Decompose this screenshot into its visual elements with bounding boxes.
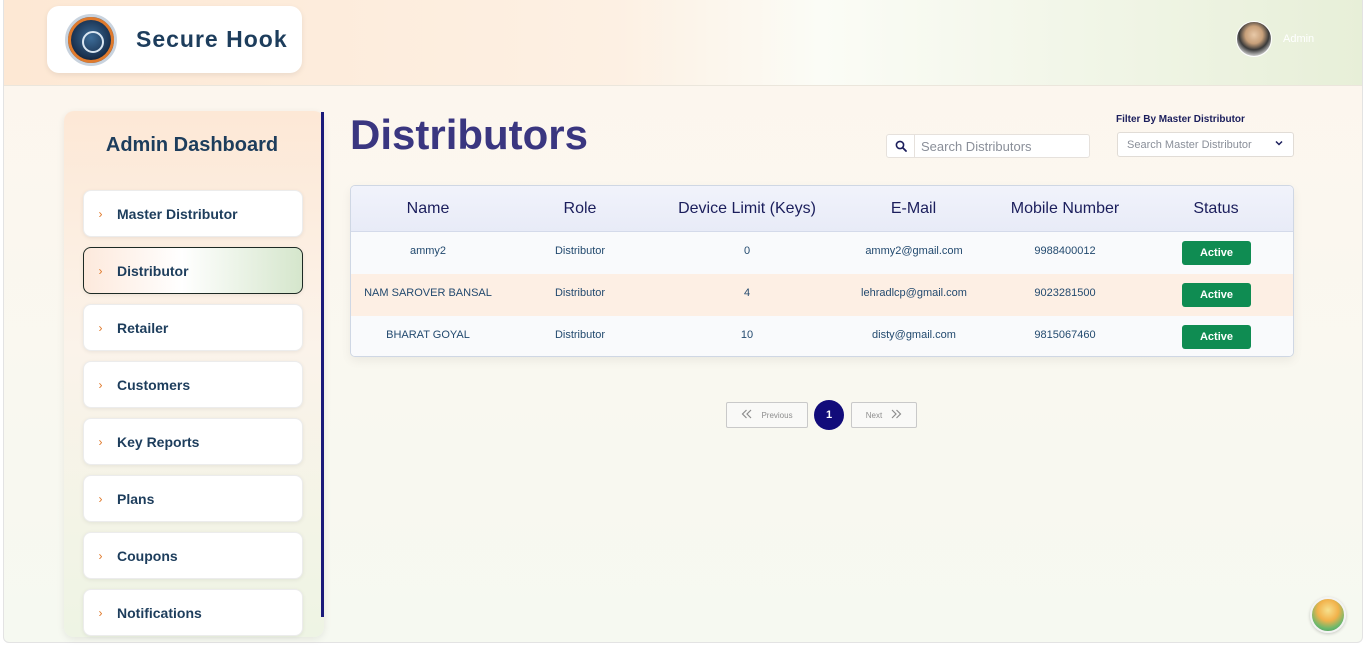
cell-mobile: 9988400012 — [1034, 245, 1096, 257]
status-badge[interactable]: Active — [1182, 241, 1251, 265]
sidebar-item-label: Customers — [117, 376, 191, 393]
sidebar-item-label: Plans — [117, 490, 155, 507]
double-chevron-right-icon — [890, 409, 902, 421]
search-box — [886, 134, 1090, 158]
sidebar-item-customers[interactable]: › Customers — [83, 361, 303, 408]
cell-name: NAM SAROVER BANSAL — [364, 287, 492, 299]
brand-logo — [65, 14, 117, 66]
sidebar-item-retailer[interactable]: › Retailer — [83, 304, 303, 351]
chevron-down-icon — [1274, 138, 1284, 151]
cell-name: ammy2 — [409, 245, 447, 257]
column-header-device-limit: Device Limit (Keys) — [678, 200, 816, 217]
sidebar-item-label: Notifications — [117, 604, 202, 621]
sidebar-scrollbar[interactable] — [321, 112, 324, 617]
cell-role: Distributor — [554, 329, 606, 341]
filter-placeholder: Search Master Distributor — [1127, 138, 1252, 151]
cell-role: Distributor — [554, 245, 606, 257]
distributors-table: Name Role Device Limit (Keys) E-Mail Mob… — [350, 185, 1294, 357]
sidebar-item-label: Retailer — [117, 319, 169, 336]
cell-device-limit: 4 — [743, 287, 751, 299]
cell-device-limit: 10 — [740, 329, 754, 341]
cell-device-limit: 0 — [743, 245, 751, 257]
status-badge[interactable]: Active — [1182, 325, 1251, 349]
user-name: Admin — [1283, 33, 1315, 45]
sidebar: Admin Dashboard › Master Distributor › D… — [64, 111, 324, 637]
column-header-email: E-Mail — [890, 200, 937, 217]
brand-name: Secure Hook — [136, 26, 288, 52]
previous-page-button[interactable]: Previous — [726, 402, 808, 428]
top-bar: Secure Hook Admin — [4, 0, 1362, 86]
avatar[interactable] — [1236, 21, 1272, 57]
previous-label: Previous — [761, 410, 793, 420]
column-header-name: Name — [406, 200, 450, 217]
cell-email: lehradlcp@gmail.com — [861, 287, 967, 299]
cell-email: disty@gmail.com — [872, 329, 956, 341]
table-row[interactable]: ammy2 Distributor 0 ammy2@gmail.com 9988… — [351, 232, 1293, 274]
column-header-role: Role — [563, 200, 597, 217]
sidebar-item-label: Distributor — [117, 262, 189, 279]
chevron-right-icon: › — [98, 377, 103, 392]
cell-mobile: 9815067460 — [1034, 329, 1096, 341]
sidebar-item-coupons[interactable]: › Coupons — [83, 532, 303, 579]
next-label: Next — [865, 410, 883, 420]
search-input[interactable] — [921, 138, 1081, 154]
page-title: Distributors — [350, 111, 589, 158]
chevron-right-icon: › — [98, 206, 103, 221]
sidebar-item-label: Master Distributor — [117, 205, 238, 222]
sidebar-item-key-reports[interactable]: › Key Reports — [83, 418, 303, 465]
sidebar-item-master-distributor[interactable]: › Master Distributor — [83, 190, 303, 237]
table-header: Name Role Device Limit (Keys) E-Mail Mob… — [351, 186, 1293, 232]
master-distributor-filter[interactable]: Search Master Distributor — [1117, 132, 1294, 157]
sidebar-item-label: Key Reports — [117, 433, 200, 450]
sidebar-title: Admin Dashboard — [105, 134, 279, 156]
filter-label: Filter By Master Distributor — [1116, 114, 1245, 125]
sidebar-item-plans[interactable]: › Plans — [83, 475, 303, 522]
brand[interactable]: Secure Hook — [47, 6, 302, 73]
cell-role: Distributor — [554, 287, 606, 299]
chevron-right-icon: › — [98, 491, 103, 506]
floating-widget-icon[interactable] — [1310, 597, 1346, 633]
sidebar-item-label: Coupons — [117, 547, 178, 564]
status-badge[interactable]: Active — [1182, 283, 1251, 307]
chevron-right-icon: › — [98, 263, 103, 278]
chevron-right-icon: › — [98, 548, 103, 563]
page-number-current[interactable]: 1 — [814, 400, 844, 430]
table-row[interactable]: BHARAT GOYAL Distributor 10 disty@gmail.… — [351, 316, 1293, 356]
cell-name: BHARAT GOYAL — [386, 329, 470, 341]
chevron-right-icon: › — [98, 320, 103, 335]
user-menu[interactable]: Admin — [1236, 21, 1314, 57]
sidebar-item-distributor[interactable]: › Distributor — [83, 247, 303, 294]
chevron-right-icon: › — [98, 434, 103, 449]
column-header-status: Status — [1193, 200, 1239, 217]
cell-mobile: 9023281500 — [1034, 287, 1096, 299]
cell-email: ammy2@gmail.com — [865, 245, 963, 257]
next-page-button[interactable]: Next — [851, 402, 917, 428]
chevron-right-icon: › — [98, 605, 103, 620]
search-icon[interactable] — [887, 135, 915, 157]
table-row[interactable]: NAM SAROVER BANSAL Distributor 4 lehradl… — [351, 274, 1293, 316]
column-header-mobile: Mobile Number — [1010, 200, 1120, 217]
sidebar-item-notifications[interactable]: › Notifications — [83, 589, 303, 636]
double-chevron-left-icon — [741, 409, 753, 421]
